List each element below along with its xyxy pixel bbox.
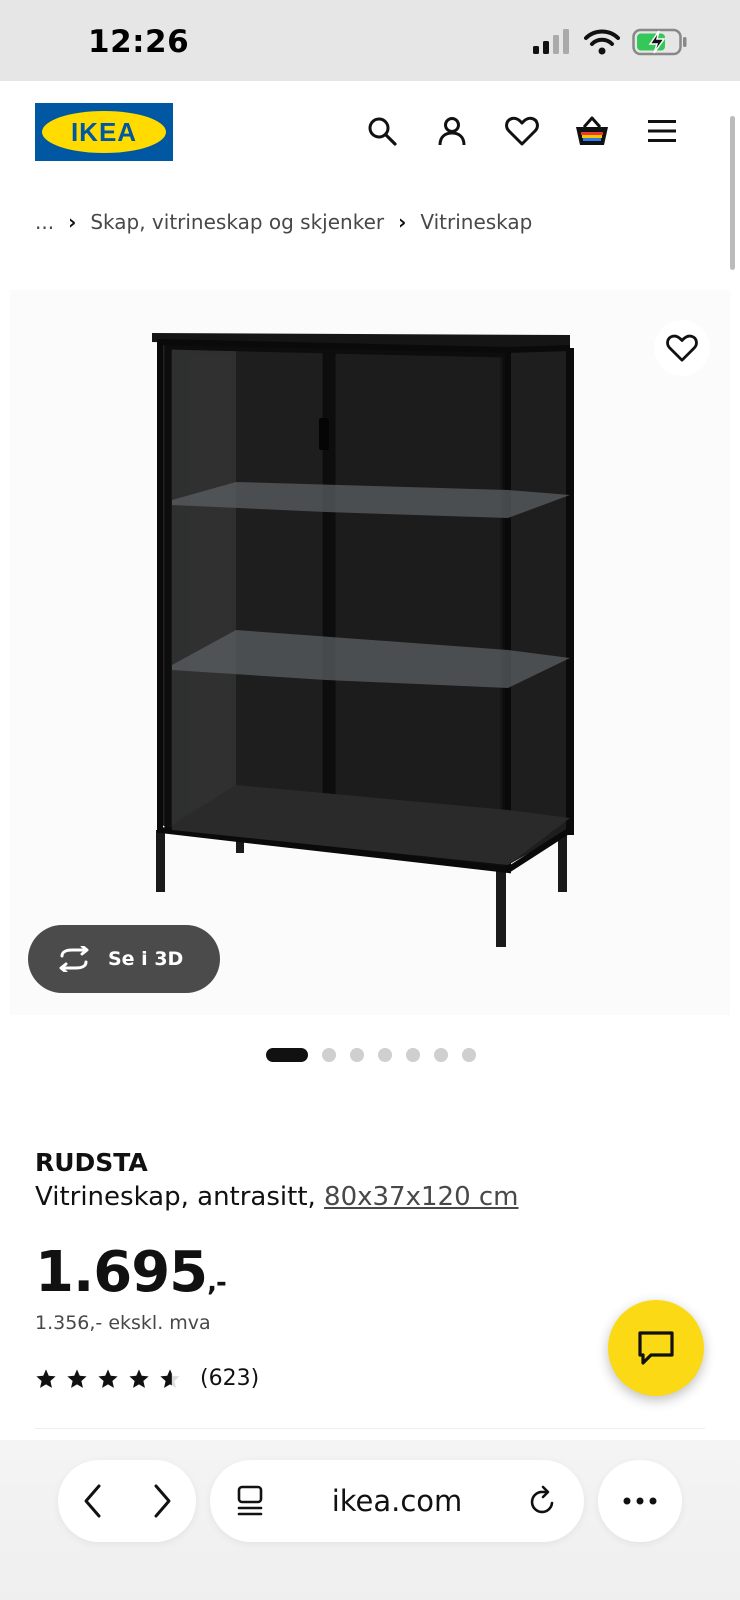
url-text[interactable]: ikea.com [266, 1484, 528, 1518]
product-description: Vitrineskap, antrasitt, 80x37x120 cm [35, 1182, 519, 1212]
reload-icon[interactable] [528, 1485, 558, 1517]
navigation-pill [58, 1460, 196, 1542]
status-icons [532, 28, 688, 56]
star-icon [129, 1368, 149, 1388]
price-suffix: ,- [207, 1268, 227, 1298]
breadcrumb-item-cabinets[interactable]: Skap, vitrineskap og skjenker [90, 210, 384, 234]
rating-count: (623) [200, 1366, 260, 1391]
menu-icon[interactable] [644, 113, 680, 149]
star-icon [98, 1368, 118, 1388]
product-price: 1.695,- [35, 1240, 227, 1305]
basket-icon[interactable] [574, 113, 610, 149]
more-icon [623, 1497, 657, 1505]
search-icon[interactable] [364, 113, 400, 149]
half-star-icon [160, 1368, 180, 1388]
chevron-right-icon: › [398, 210, 407, 234]
rotate-3d-icon [59, 946, 89, 972]
product-type: Vitrineskap, antrasitt, [35, 1182, 325, 1212]
chevron-right-icon: › [68, 210, 77, 234]
heart-icon[interactable] [504, 113, 540, 149]
forward-arrow-icon[interactable] [150, 1483, 174, 1519]
carousel-dot[interactable] [434, 1048, 448, 1062]
star-icon [67, 1368, 87, 1388]
price-amount: 1.695 [35, 1240, 208, 1305]
logo-oval: IKEA [42, 111, 166, 153]
scroll-indicator[interactable] [730, 116, 735, 270]
user-icon[interactable] [434, 113, 470, 149]
reader-mode-icon[interactable] [236, 1485, 266, 1517]
product-image[interactable]: Se i 3D [10, 290, 730, 1015]
status-time: 12:26 [88, 24, 190, 60]
image-carousel-dots [266, 1048, 476, 1062]
ikea-logo[interactable]: IKEA [35, 103, 173, 161]
chat-icon [638, 1331, 674, 1365]
star-icon [36, 1368, 56, 1388]
signal-icon [533, 29, 569, 54]
logo-text: IKEA [70, 116, 138, 147]
site-header: IKEA [0, 81, 740, 181]
carousel-dot[interactable] [378, 1048, 392, 1062]
cabinet-illustration [152, 333, 574, 947]
carousel-dot[interactable] [350, 1048, 364, 1062]
more-options-button[interactable] [598, 1460, 682, 1542]
carousel-dot[interactable] [266, 1048, 308, 1062]
breadcrumb-ellipsis[interactable]: ... [35, 210, 54, 234]
divider [35, 1428, 705, 1429]
price-excl-vat: 1.356,- ekskl. mva [35, 1312, 211, 1334]
carousel-dot[interactable] [462, 1048, 476, 1062]
breadcrumb-item-display-cabinets[interactable]: Vitrineskap [420, 210, 532, 234]
view-3d-label: Se i 3D [108, 948, 184, 970]
product-dimensions-link[interactable]: 80x37x120 cm [324, 1182, 518, 1212]
carousel-dot[interactable] [322, 1048, 336, 1062]
browser-toolbar: ikea.com [0, 1440, 740, 1600]
address-bar[interactable]: ikea.com [210, 1460, 584, 1542]
carousel-dot[interactable] [406, 1048, 420, 1062]
back-arrow-icon[interactable] [81, 1483, 105, 1519]
wifi-icon [584, 29, 620, 55]
status-bar: 12:26 [0, 0, 740, 81]
battery-icon [632, 28, 687, 56]
product-name: RUDSTA [35, 1148, 148, 1177]
chat-button[interactable] [608, 1300, 704, 1396]
favorite-button[interactable] [654, 320, 710, 376]
header-icons [364, 113, 680, 149]
product-rating[interactable]: (623) [35, 1366, 259, 1391]
heart-icon [666, 334, 698, 362]
view-3d-button[interactable]: Se i 3D [28, 925, 220, 993]
breadcrumb: ... › Skap, vitrineskap og skjenker › Vi… [35, 210, 532, 234]
